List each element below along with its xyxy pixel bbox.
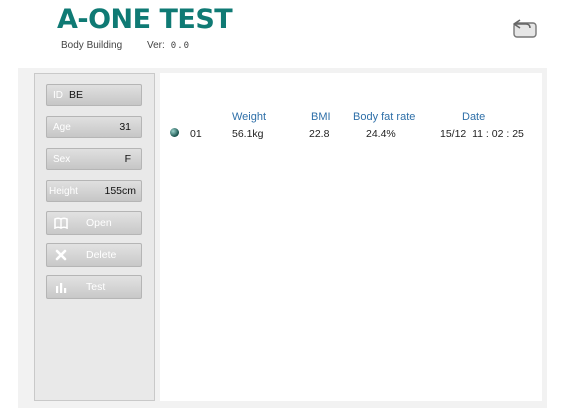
version-info: Ver: 0.0 (147, 40, 190, 51)
sex-label: Sex (53, 153, 71, 165)
id-label: ID (53, 89, 63, 101)
open-book-icon (50, 217, 72, 229)
app-subtitle: Body Building (61, 40, 123, 51)
row-date: 15/12 11 : 02 : 25 (440, 128, 524, 140)
row-weight: 56.1kg (232, 128, 264, 140)
row-index: 01 (190, 128, 202, 140)
bar-chart-icon (50, 281, 72, 293)
height-field: Height 155cm (46, 180, 142, 202)
column-header-weight: Weight (232, 111, 267, 123)
sex-value: F (124, 153, 131, 165)
delete-button[interactable]: Delete (46, 243, 142, 267)
age-label: Age (53, 121, 71, 133)
back-button[interactable] (508, 16, 540, 40)
open-button-label: Open (86, 217, 112, 229)
test-button[interactable]: Test (46, 275, 142, 299)
height-value: 155cm (104, 185, 136, 197)
row-body-fat: 24.4% (366, 128, 396, 140)
app-logo: A-ONE TEST (57, 4, 233, 35)
back-return-icon (513, 19, 537, 38)
age-field: Age 31 (46, 116, 142, 138)
sex-field: Sex F (46, 148, 142, 170)
version-label: Ver: (147, 40, 165, 51)
column-header-body-fat: Body fat rate (353, 111, 416, 123)
column-header-date: Date (462, 111, 486, 123)
test-button-label: Test (86, 281, 106, 293)
column-header-bmi: BMI (311, 111, 331, 123)
height-label: Height (49, 185, 78, 197)
row-select-dot[interactable] (170, 128, 179, 137)
age-value: 31 (119, 121, 131, 133)
id-value: BE (69, 89, 84, 101)
open-button[interactable]: Open (46, 211, 142, 235)
row-bmi: 22.8 (309, 128, 330, 140)
version-value: 0.0 (170, 41, 191, 51)
id-field: ID BE (46, 84, 142, 106)
delete-button-label: Delete (86, 249, 117, 261)
delete-x-icon (50, 249, 72, 261)
